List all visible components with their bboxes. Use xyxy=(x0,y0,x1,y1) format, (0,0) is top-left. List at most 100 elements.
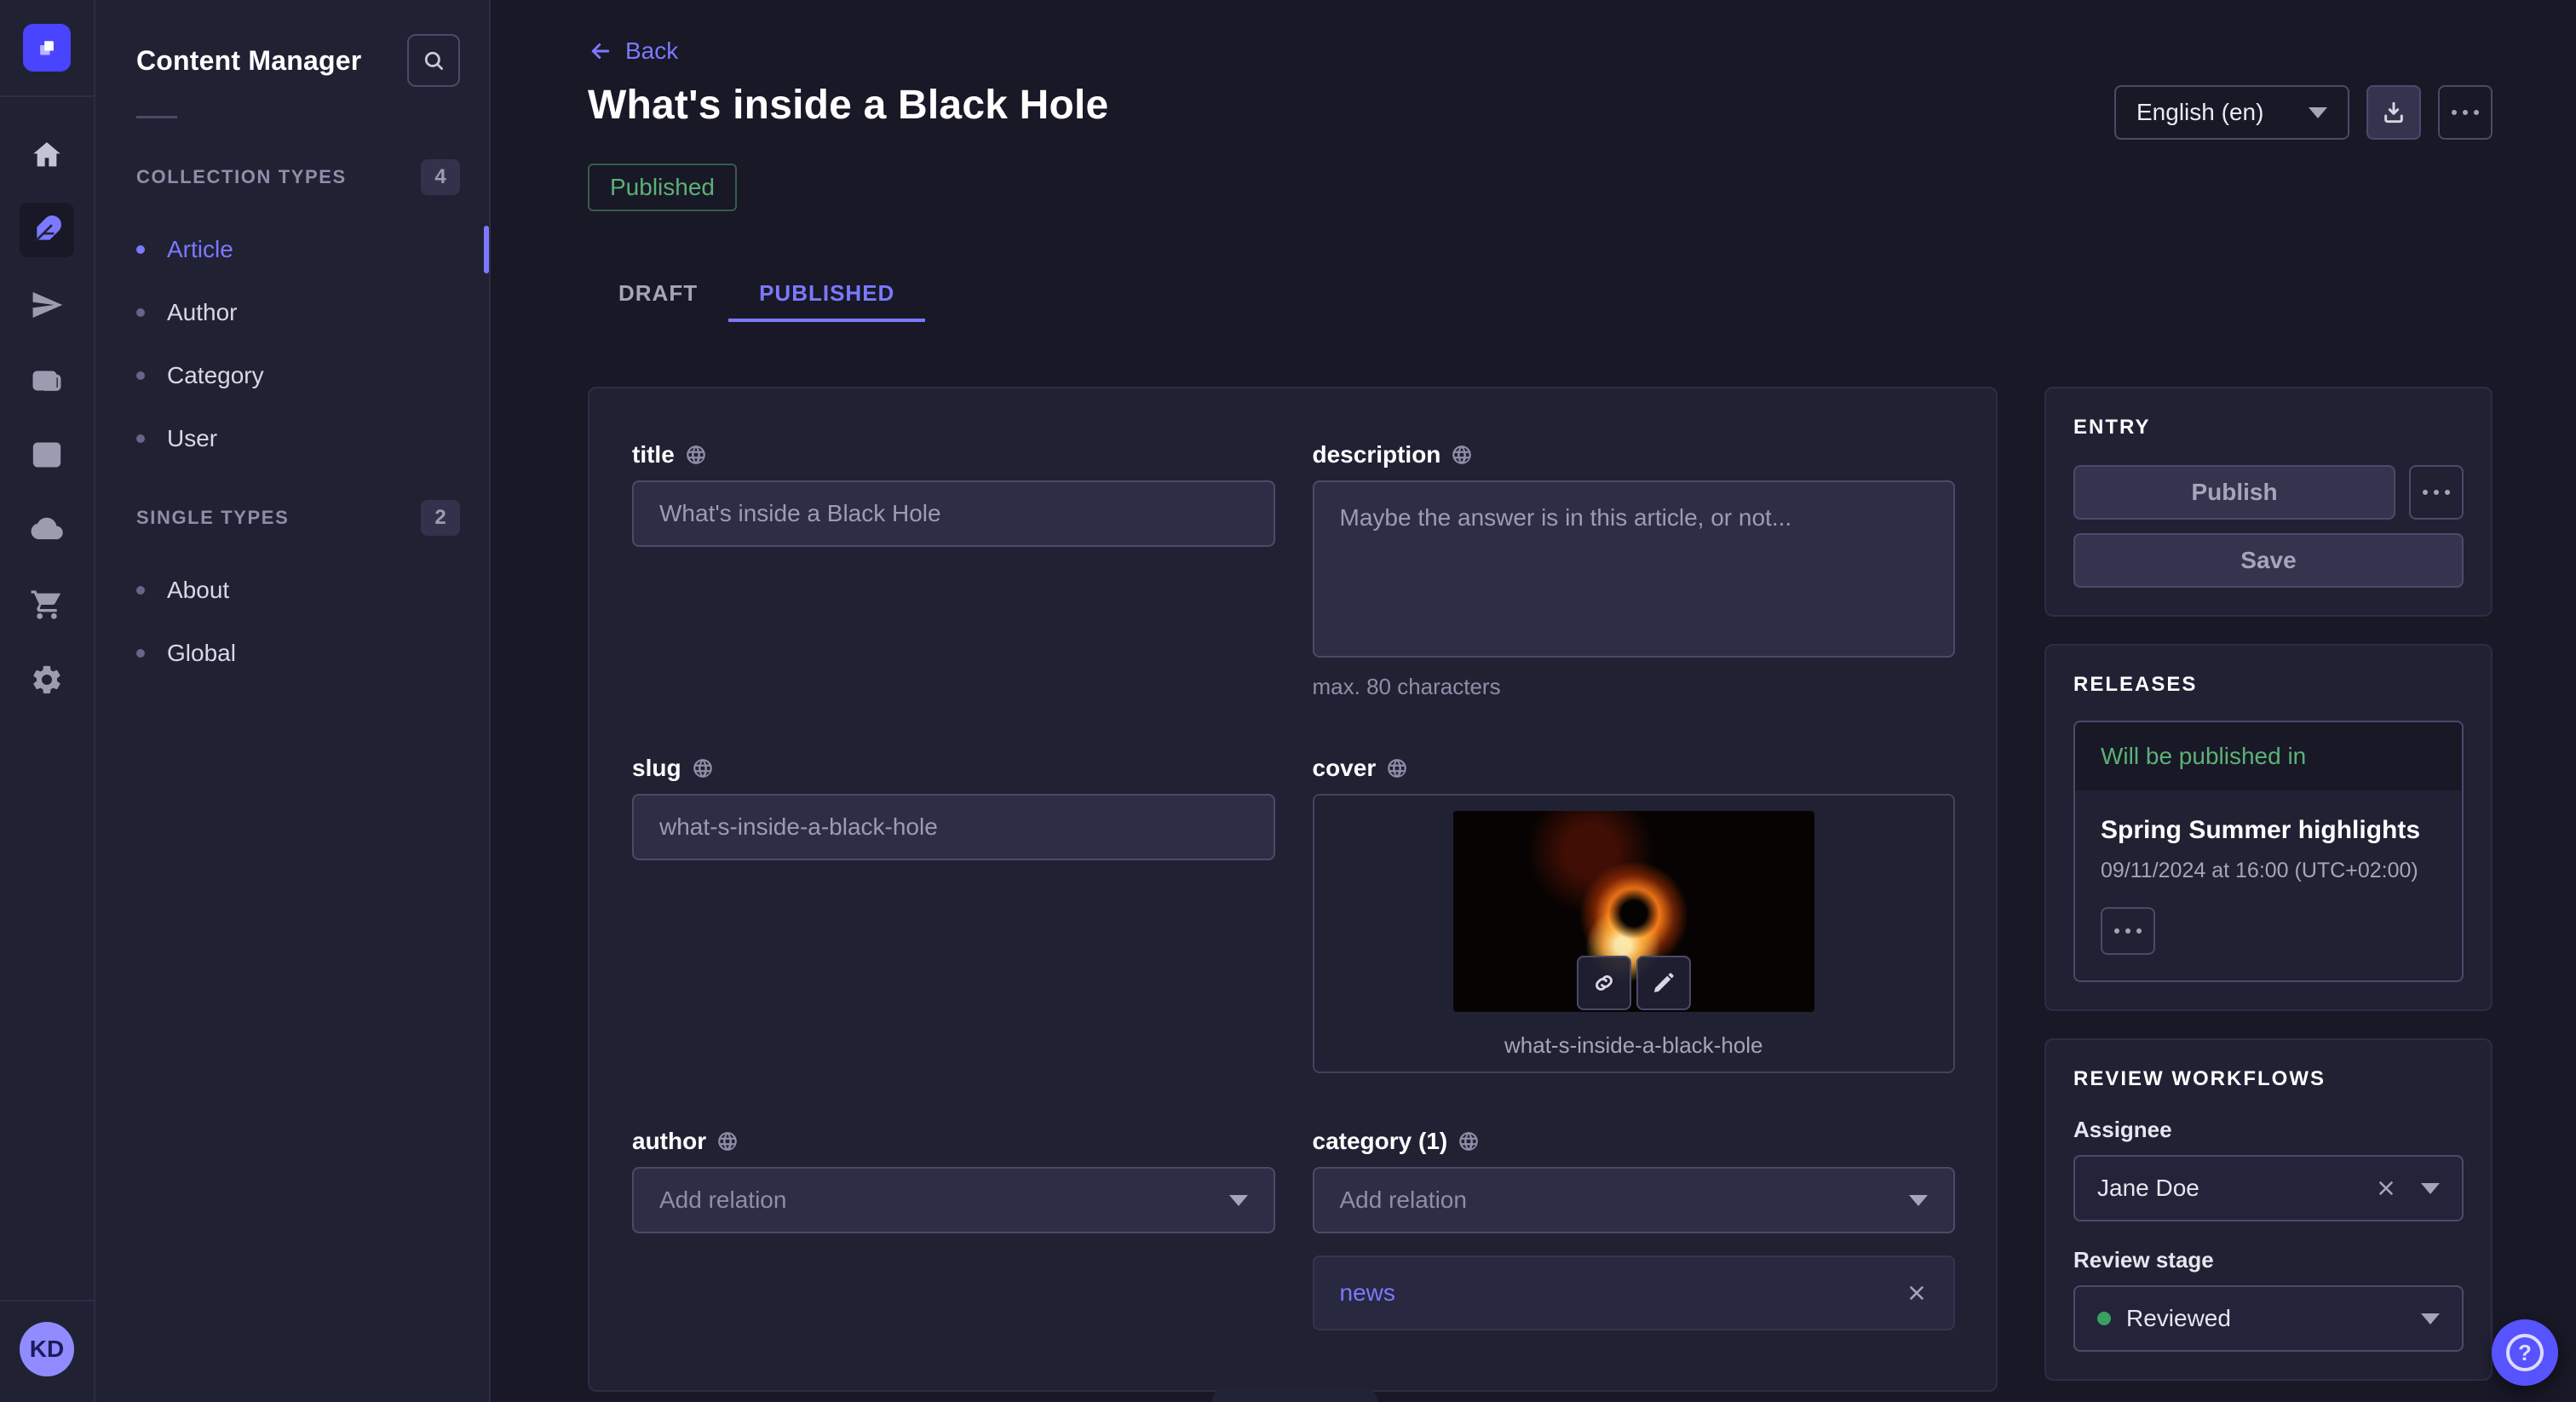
marketplace-icon[interactable] xyxy=(20,577,74,632)
globe-icon xyxy=(1386,757,1408,779)
globe-icon xyxy=(1451,444,1473,466)
stage-status-dot xyxy=(2097,1312,2111,1325)
chevron-down-icon xyxy=(2309,107,2327,118)
media-library-icon[interactable] xyxy=(20,353,74,407)
entry-heading: ENTRY xyxy=(2073,416,2464,440)
add-component-pill[interactable] xyxy=(1212,1387,1377,1402)
relation-item: news xyxy=(1313,1255,1956,1330)
review-stage-select[interactable]: Reviewed xyxy=(2073,1285,2464,1352)
active-indicator xyxy=(484,226,489,273)
chevron-down-icon xyxy=(1229,1195,1248,1206)
category-relation-select[interactable]: Add relation xyxy=(1313,1167,1956,1233)
arrow-left-icon xyxy=(588,38,613,64)
edit-image-button[interactable] xyxy=(1636,956,1691,1010)
slug-label: slug xyxy=(632,755,681,782)
remove-relation-icon[interactable] xyxy=(1906,1282,1928,1304)
home-icon[interactable] xyxy=(20,128,74,182)
single-types-label: SINGLE TYPES xyxy=(136,507,289,529)
main-nav-rail: KD xyxy=(0,0,95,1402)
release-status: Will be published in xyxy=(2075,722,2462,790)
assignee-label: Assignee xyxy=(2073,1117,2464,1143)
description-textarea[interactable]: Maybe the answer is in this article, or … xyxy=(1313,480,1956,658)
clear-assignee-icon[interactable] xyxy=(2375,1177,2397,1199)
sidebar-item-article[interactable]: Article xyxy=(136,229,460,270)
link-icon xyxy=(1591,970,1617,996)
question-mark-icon: ? xyxy=(2506,1334,2544,1371)
bullet-icon xyxy=(136,308,145,317)
category-placeholder: Add relation xyxy=(1340,1187,1467,1214)
cover-caption: what-s-inside-a-black-hole xyxy=(1504,1032,1762,1059)
sidebar-item-label: Global xyxy=(167,640,236,667)
save-button[interactable]: Save xyxy=(2073,533,2464,588)
sidebar-item-global[interactable]: Global xyxy=(136,633,460,674)
field-description: description Maybe the answer is in this … xyxy=(1313,441,1956,700)
assignee-select[interactable]: Jane Doe xyxy=(2073,1155,2464,1221)
releases-heading: RELEASES xyxy=(2073,673,2464,697)
release-date: 09/11/2024 at 16:00 (UTC+02:00) xyxy=(2101,859,2436,883)
content-manager-icon[interactable] xyxy=(20,203,74,257)
author-label: author xyxy=(632,1128,706,1155)
more-actions-button[interactable] xyxy=(2438,85,2493,140)
locale-select[interactable]: English (en) xyxy=(2114,85,2349,140)
help-button[interactable]: ? xyxy=(2492,1319,2558,1386)
user-avatar[interactable]: KD xyxy=(20,1322,74,1376)
export-button[interactable] xyxy=(2366,85,2421,140)
sidebar-item-category[interactable]: Category xyxy=(136,355,460,396)
globe-icon xyxy=(716,1130,739,1152)
author-relation-select[interactable]: Add relation xyxy=(632,1167,1275,1233)
review-workflows-panel: REVIEW WORKFLOWS Assignee Jane Doe Revie… xyxy=(2044,1038,2493,1381)
entry-form-card: title description Maybe the answer is in… xyxy=(588,387,1998,1392)
copy-link-button[interactable] xyxy=(1577,956,1631,1010)
bullet-icon xyxy=(136,371,145,380)
sidebar-item-user[interactable]: User xyxy=(136,418,460,459)
rail-divider xyxy=(0,95,94,97)
single-types-count: 2 xyxy=(421,500,460,536)
release-more-button[interactable] xyxy=(2101,907,2155,955)
chevron-down-icon xyxy=(1909,1195,1928,1206)
entry-panel: ENTRY Publish Save xyxy=(2044,387,2493,617)
bullet-icon xyxy=(136,586,145,595)
entry-more-button[interactable] xyxy=(2409,465,2464,520)
cover-preview-box: what-s-inside-a-black-hole xyxy=(1313,794,1956,1073)
cover-image xyxy=(1453,811,1814,1012)
slug-input[interactable] xyxy=(632,794,1275,860)
sidebar-item-label: Author xyxy=(167,299,238,326)
ellipsis-icon xyxy=(2423,490,2450,495)
review-stage-value: Reviewed xyxy=(2097,1305,2421,1332)
releases-icon[interactable] xyxy=(20,278,74,332)
author-placeholder: Add relation xyxy=(659,1187,786,1214)
release-card: Will be published in Spring Summer highl… xyxy=(2073,721,2464,982)
cover-label: cover xyxy=(1313,755,1377,782)
bullet-icon xyxy=(136,649,145,658)
sidebar-divider xyxy=(136,116,177,118)
strapi-logo[interactable] xyxy=(23,24,71,72)
sidebar-item-about[interactable]: About xyxy=(136,570,460,611)
deploy-icon[interactable] xyxy=(20,503,74,557)
settings-icon[interactable] xyxy=(20,652,74,707)
status-badge: Published xyxy=(588,164,737,211)
globe-icon xyxy=(685,444,707,466)
locale-value: English (en) xyxy=(2136,99,2263,126)
sidebar-item-label: User xyxy=(167,425,217,452)
globe-icon xyxy=(692,757,714,779)
field-category: category (1) Add relation news xyxy=(1313,1128,1956,1330)
field-slug: slug xyxy=(632,755,1275,1073)
ellipsis-icon xyxy=(2452,110,2479,115)
sidebar-title: Content Manager xyxy=(136,45,361,77)
collection-types-count: 4 xyxy=(421,159,460,195)
sidebar-item-label: Article xyxy=(167,236,233,263)
publish-button[interactable]: Publish xyxy=(2073,465,2395,520)
version-tabs: DRAFT PUBLISHED xyxy=(588,267,2493,322)
description-label: description xyxy=(1313,441,1441,468)
ellipsis-icon xyxy=(2114,928,2142,934)
content-type-builder-icon[interactable] xyxy=(20,428,74,482)
sidebar-item-label: Category xyxy=(167,362,264,389)
title-input[interactable] xyxy=(632,480,1275,547)
search-button[interactable] xyxy=(407,34,460,87)
tab-published[interactable]: PUBLISHED xyxy=(728,267,925,322)
page-title: What's inside a Black Hole xyxy=(588,82,1108,129)
relation-link-news[interactable]: news xyxy=(1340,1279,1395,1307)
back-link[interactable]: Back xyxy=(588,37,678,65)
sidebar-item-author[interactable]: Author xyxy=(136,292,460,333)
tab-draft[interactable]: DRAFT xyxy=(588,267,728,322)
